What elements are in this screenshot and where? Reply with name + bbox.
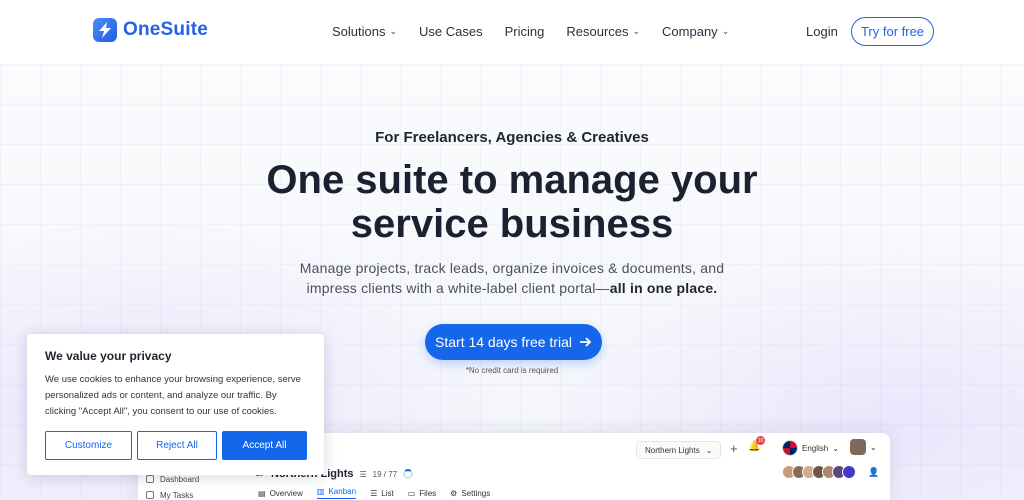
login-link[interactable]: Login [806, 24, 838, 39]
nav-label: Pricing [504, 24, 545, 39]
sidebar-item-label: Dashboard [160, 474, 200, 484]
nav-label: Use Cases [419, 24, 483, 39]
list-icon: ☰ [370, 488, 378, 498]
nav-company[interactable]: Company ⌄ [662, 24, 729, 39]
arrow-right-icon [579, 334, 592, 350]
nav-solutions[interactable]: Solutions ⌄ [332, 24, 397, 39]
hero-kicker: For Freelancers, Agencies & Creatives [375, 129, 649, 146]
chevron-down-icon: ⌄ [389, 26, 398, 36]
chevron-down-icon: ⌄ [705, 445, 713, 455]
chevron-down-icon: ⌄ [832, 443, 839, 453]
overview-icon: ▤ [258, 488, 266, 498]
nav-pricing[interactable]: Pricing [505, 24, 545, 39]
nav-label: Resources [566, 24, 629, 39]
workspace-select: Northern Lights ⌄ [636, 441, 722, 459]
list-icon: ☰ [359, 469, 367, 479]
tab-settings: ⚙ Settings [450, 487, 490, 499]
chevron-down-icon: ⌄ [632, 26, 641, 36]
nav-use-cases[interactable]: Use Cases [419, 24, 483, 39]
sidebar-item-label: My Tasks [160, 490, 194, 500]
avatar [842, 465, 856, 479]
user-menu: ⌄ [850, 439, 877, 455]
chevron-down-icon: ⌄ [721, 26, 730, 36]
cookie-title: We value your privacy [45, 349, 172, 363]
brand-logo[interactable]: OneSuite [93, 18, 208, 42]
plus-icon: + [730, 441, 738, 456]
tab-label: List [381, 488, 394, 498]
nav-resources[interactable]: Resources ⌄ [566, 24, 640, 39]
subtitle-emphasis: all in one place. [609, 280, 718, 296]
tab-kanban: ▥ Kanban [316, 487, 357, 499]
language-select: English ⌄ [782, 440, 839, 456]
headline-line-1: One suite to manage your [266, 158, 758, 202]
subtitle-line-1: Manage projects, track leads, organize i… [299, 260, 725, 276]
subtitle-line-2: impress clients with a white-label clien… [306, 280, 610, 296]
workspace-name: Northern Lights [645, 445, 700, 455]
try-for-free-button[interactable]: Try for free [851, 17, 934, 46]
tab-label: Overview [269, 488, 303, 498]
cookie-consent-banner: We value your privacy We use cookies to … [27, 334, 324, 475]
notification-badge: 10 [756, 436, 765, 445]
settings-icon: ⚙ [450, 488, 458, 498]
avatar [850, 439, 866, 455]
start-trial-button[interactable]: Start 14 days free trial [425, 324, 602, 360]
tasks-icon [146, 491, 154, 499]
tab-overview: ▤ Overview [258, 487, 303, 499]
nav-label: Solutions [332, 24, 386, 39]
hero-subtitle: Manage projects, track leads, organize i… [0, 258, 1024, 298]
add-user-icon: 👤 [868, 467, 880, 477]
main-nav: Solutions ⌄ Use Cases Pricing Resources … [332, 24, 751, 39]
cta-label: Start 14 days free trial [435, 334, 572, 350]
site-header: OneSuite Solutions ⌄ Use Cases Pricing R… [0, 0, 1024, 64]
brand-name: OneSuite [123, 19, 209, 40]
team-avatars [782, 465, 856, 479]
tab-files: ▭ Files [408, 487, 436, 499]
sidebar-item-my-tasks: My Tasks [146, 487, 199, 500]
hero-headline: One suite to manage your service busines… [0, 158, 1024, 246]
cookie-description: We use cookies to enhance your browsing … [45, 374, 301, 417]
preview-tabs: ▤ Overview ▥ Kanban ☰ List ▭ Files ⚙ Set… [258, 487, 490, 499]
accept-all-button[interactable]: Accept All [222, 431, 307, 460]
nav-label: Company [662, 24, 718, 39]
tab-label: Files [419, 488, 437, 498]
reject-all-button[interactable]: Reject All [137, 431, 217, 460]
headline-line-2: service business [350, 202, 674, 246]
lightning-bolt-icon [93, 18, 117, 42]
files-icon: ▭ [407, 488, 416, 498]
kanban-icon: ▥ [316, 487, 325, 496]
preview-sidebar: Dashboard My Tasks [146, 471, 199, 500]
project-count: 19 / 77 [372, 469, 398, 479]
uk-flag-icon [782, 440, 798, 456]
tab-list: ☰ List [370, 487, 394, 499]
dashboard-icon [146, 475, 154, 483]
language-label: English [802, 443, 829, 453]
customize-button[interactable]: Customize [45, 431, 132, 460]
chevron-down-icon: ⌄ [870, 442, 877, 452]
tab-label: Kanban [328, 487, 357, 496]
progress-ring-icon [403, 469, 414, 479]
tab-label: Settings [461, 488, 491, 498]
